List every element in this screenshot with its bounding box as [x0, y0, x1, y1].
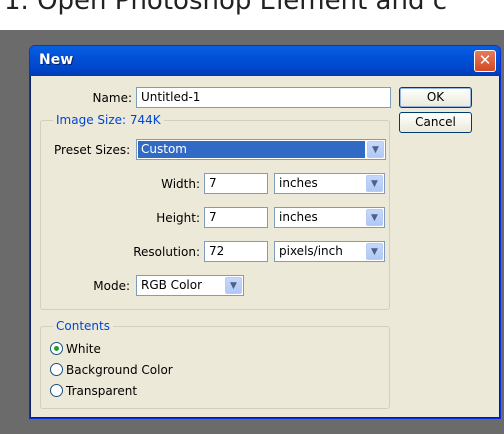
chevron-down-icon[interactable]: ▼ [366, 175, 383, 192]
resolution-input[interactable]: 72 [204, 241, 268, 262]
height-unit-select[interactable]: inches ▼ [274, 207, 385, 228]
chevron-down-icon[interactable]: ▼ [367, 141, 384, 158]
ok-button[interactable]: OK [399, 87, 472, 108]
dialog-titlebar[interactable]: New ✕ [30, 46, 500, 76]
radio-background-color[interactable]: Background Color [50, 363, 173, 379]
preset-sizes-value: Custom [138, 141, 365, 158]
width-unit-select[interactable]: inches ▼ [274, 173, 385, 194]
radio-white[interactable]: White [50, 342, 101, 358]
name-input[interactable]: Untitled-1 [136, 87, 391, 108]
dialog-title: New [39, 52, 74, 68]
resolution-label: Resolution: [133, 245, 200, 259]
height-label: Height: [156, 211, 200, 225]
chevron-down-icon[interactable]: ▼ [366, 243, 383, 260]
radio-icon[interactable] [50, 342, 63, 355]
height-unit-value: inches [279, 210, 318, 224]
radio-label: Transparent [66, 384, 138, 398]
name-label: Name: [92, 91, 132, 105]
step-caption: 1. Open Photoshop Element and c [4, 0, 448, 16]
radio-transparent[interactable]: Transparent [50, 384, 137, 400]
height-input[interactable]: 7 [204, 207, 268, 228]
width-input[interactable]: 7 [204, 173, 268, 194]
close-button[interactable]: ✕ [474, 50, 496, 72]
chevron-down-icon[interactable]: ▼ [366, 209, 383, 226]
contents-label: Contents [53, 319, 113, 333]
cancel-button[interactable]: Cancel [399, 112, 472, 133]
mode-select[interactable]: RGB Color ▼ [136, 275, 244, 296]
resolution-unit-select[interactable]: pixels/inch ▼ [274, 241, 385, 262]
new-document-dialog: New ✕ Name: Untitled-1 OK Cancel Image S… [29, 45, 501, 419]
close-icon: ✕ [478, 51, 492, 69]
preset-sizes-select[interactable]: Custom ▼ [136, 139, 386, 160]
preset-sizes-label: Preset Sizes: [54, 143, 131, 157]
width-unit-value: inches [279, 176, 318, 190]
mode-value: RGB Color [141, 278, 203, 292]
radio-label: White [66, 342, 101, 356]
image-size-label: Image Size: 744K [53, 113, 164, 127]
mode-label: Mode: [93, 279, 130, 293]
width-label: Width: [161, 177, 200, 191]
radio-icon[interactable] [50, 363, 63, 376]
radio-label: Background Color [66, 363, 173, 377]
resolution-unit-value: pixels/inch [279, 244, 343, 258]
chevron-down-icon[interactable]: ▼ [225, 277, 242, 294]
radio-icon[interactable] [50, 384, 63, 397]
